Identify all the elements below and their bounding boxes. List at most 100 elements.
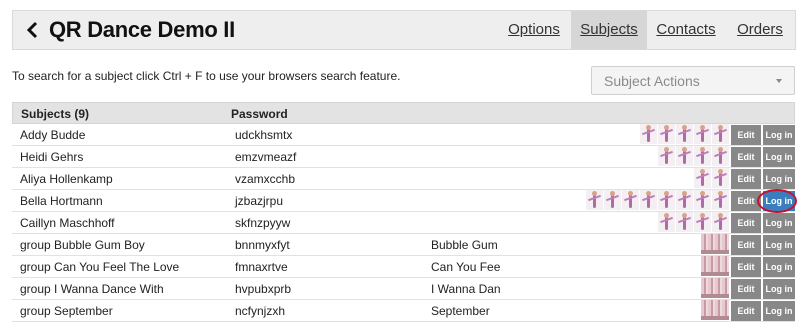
photo-thumbnail[interactable]	[586, 190, 603, 210]
page-title: QR Dance Demo II	[49, 17, 235, 42]
photo-thumbnail[interactable]	[701, 256, 729, 276]
subjects-table: Subjects (9) Password Addy Budde udckhsmt…	[12, 102, 795, 322]
tab-options[interactable]: Options	[505, 11, 563, 49]
photo-thumbnails	[658, 146, 730, 167]
subject-password: vzamxcchb	[235, 172, 296, 186]
dropdown-caret-icon	[776, 79, 782, 83]
photo-thumbnail[interactable]	[658, 124, 675, 144]
column-password: Password	[231, 107, 288, 121]
photo-thumbnail[interactable]	[622, 190, 639, 210]
subject-name: group Bubble Gum Boy	[20, 238, 145, 252]
subject-actions-dropdown[interactable]: Subject Actions	[591, 66, 795, 95]
edit-button[interactable]: Edit	[731, 169, 761, 189]
photo-thumbnails	[701, 234, 730, 255]
subject-name: Aliya Hollenkamp	[20, 172, 113, 186]
photo-thumbnail[interactable]	[712, 124, 729, 144]
dance-name: Can You Fee	[431, 260, 501, 274]
photo-thumbnail[interactable]	[694, 146, 711, 166]
photo-thumbnails	[586, 190, 730, 211]
photo-thumbnails	[701, 300, 730, 321]
photo-thumbnail[interactable]	[676, 124, 693, 144]
table-row: group Can You Feel The Love fmnaxrtve Can …	[12, 256, 795, 278]
photo-thumbnail[interactable]	[694, 212, 711, 232]
photo-thumbnail[interactable]	[694, 168, 711, 188]
table-header: Subjects (9) Password	[12, 102, 795, 124]
photo-thumbnail[interactable]	[701, 278, 729, 298]
table-body: Addy Budde udckhsmtx Edit Log in Heidi Gehrs…	[12, 124, 795, 322]
subject-name: Bella Hortmann	[20, 194, 103, 208]
login-button[interactable]: Log in	[763, 235, 795, 255]
search-hint: To search for a subject click Ctrl + F t…	[12, 69, 401, 83]
login-button[interactable]: Log in	[763, 169, 795, 189]
photo-thumbnail[interactable]	[694, 190, 711, 210]
table-row: Heidi Gehrs emzvmeazf Edit Log in	[12, 146, 795, 168]
dance-name: I Wanna Dan	[431, 282, 501, 296]
tab-contacts[interactable]: Contacts	[653, 11, 719, 49]
subject-password: fmnaxrtve	[235, 260, 288, 274]
photo-thumbnails	[694, 168, 730, 189]
login-button[interactable]: Log in	[763, 191, 795, 211]
photo-thumbnail[interactable]	[694, 124, 711, 144]
photo-thumbnail[interactable]	[658, 146, 675, 166]
dance-name: Bubble Gum	[431, 238, 498, 252]
subject-password: ncfynjzxh	[235, 304, 286, 318]
login-button[interactable]: Log in	[763, 279, 795, 299]
login-button[interactable]: Log in	[763, 213, 795, 233]
tab-subjects[interactable]: Subjects	[571, 11, 647, 49]
column-subjects: Subjects (9)	[21, 107, 90, 121]
subject-password: bnnmyxfyt	[235, 238, 290, 252]
subject-name: group I Wanna Dance With	[20, 282, 164, 296]
page-header: QR Dance Demo II Options Subjects Contac…	[12, 10, 796, 50]
table-row: Bella Hortmann jzbazjrpu Edit Log in	[12, 190, 795, 212]
table-row: Aliya Hollenkamp vzamxcchb Edit Log in	[12, 168, 795, 190]
photo-thumbnail[interactable]	[676, 212, 693, 232]
back-arrow-icon[interactable]	[23, 19, 43, 41]
photo-thumbnail[interactable]	[712, 190, 729, 210]
photo-thumbnails	[640, 124, 730, 145]
login-button[interactable]: Log in	[763, 125, 795, 145]
login-button[interactable]: Log in	[763, 147, 795, 167]
subject-name: Caillyn Maschhoff	[20, 216, 115, 230]
photo-thumbnails	[701, 278, 730, 299]
table-row: group September ncfynjzxh September Edit Log…	[12, 300, 795, 322]
edit-button[interactable]: Edit	[731, 279, 761, 299]
edit-button[interactable]: Edit	[731, 213, 761, 233]
photo-thumbnail[interactable]	[701, 234, 729, 254]
login-button[interactable]: Log in	[763, 257, 795, 277]
subject-name: Heidi Gehrs	[20, 150, 84, 164]
edit-button[interactable]: Edit	[731, 191, 761, 211]
edit-button[interactable]: Edit	[731, 301, 761, 321]
dance-name: September	[431, 304, 490, 318]
photo-thumbnail[interactable]	[640, 190, 657, 210]
subject-actions-label: Subject Actions	[604, 73, 700, 89]
photo-thumbnail[interactable]	[658, 212, 675, 232]
edit-button[interactable]: Edit	[731, 125, 761, 145]
photo-thumbnail[interactable]	[712, 168, 729, 188]
edit-button[interactable]: Edit	[731, 257, 761, 277]
tab-orders[interactable]: Orders	[731, 11, 789, 49]
photo-thumbnail[interactable]	[676, 146, 693, 166]
photo-thumbnail[interactable]	[604, 190, 621, 210]
subject-name: group Can You Feel The Love	[20, 260, 180, 274]
subject-name: Addy Budde	[20, 128, 86, 142]
subject-password: skfnzpyyw	[235, 216, 291, 230]
photo-thumbnail[interactable]	[712, 146, 729, 166]
photo-thumbnail[interactable]	[658, 190, 675, 210]
subject-password: hvpubxprb	[235, 282, 292, 296]
table-row: Addy Budde udckhsmtx Edit Log in	[12, 124, 795, 146]
subject-password: udckhsmtx	[235, 128, 293, 142]
photo-thumbnails	[658, 212, 730, 233]
edit-button[interactable]: Edit	[731, 235, 761, 255]
login-button[interactable]: Log in	[763, 301, 795, 321]
edit-button[interactable]: Edit	[731, 147, 761, 167]
table-row: Caillyn Maschhoff skfnzpyyw Edit Log in	[12, 212, 795, 234]
photo-thumbnail[interactable]	[676, 190, 693, 210]
photo-thumbnails	[701, 256, 730, 277]
table-row: group Bubble Gum Boy bnnmyxfyt Bubble Gum E…	[12, 234, 795, 256]
subject-password: emzvmeazf	[235, 150, 297, 164]
photo-thumbnail[interactable]	[701, 300, 729, 320]
subject-name: group September	[20, 304, 113, 318]
photo-thumbnail[interactable]	[712, 212, 729, 232]
subject-password: jzbazjrpu	[235, 194, 284, 208]
photo-thumbnail[interactable]	[640, 124, 657, 144]
